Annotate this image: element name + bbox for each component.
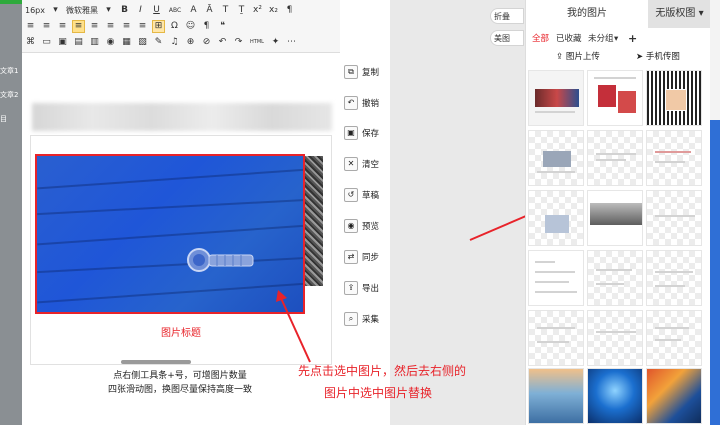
image-thumbnail[interactable] [587, 368, 643, 424]
filter-favorites[interactable]: 已收藏 [556, 32, 582, 46]
qr-code-thumbnail[interactable] [646, 70, 702, 126]
image-thumbnail[interactable] [528, 70, 584, 126]
annotation-text: 先点击选中图片，然后去右侧的 图片中选中图片替换 [298, 360, 518, 404]
annotation-line-2: 图片中选中图片替换 [324, 386, 433, 400]
image-panel: 我的图片 无版权图 ▾ 全部 已收藏 未分组 ▾ + ⇪ 图片上传 ➤ 手机传图 [525, 0, 711, 425]
chevron-down-icon: ▾ [698, 8, 704, 19]
annotation-line-1: 先点击选中图片，然后去右侧的 [298, 364, 467, 378]
chevron-down-icon: ▾ [614, 34, 619, 44]
tab-my-images[interactable]: 我的图片 [526, 0, 648, 28]
image-thumbnail[interactable] [587, 70, 643, 126]
image-thumbnail[interactable] [646, 368, 702, 424]
image-thumbnail[interactable] [587, 190, 643, 246]
image-thumbnail[interactable] [646, 190, 702, 246]
upload-label: 图片上传 [565, 52, 600, 62]
image-thumbnail[interactable] [646, 310, 702, 366]
tab-free-images[interactable]: 无版权图 ▾ [648, 0, 711, 28]
upload-icon: ⇪ [556, 52, 566, 62]
panel-tabs: 我的图片 无版权图 ▾ [526, 0, 711, 28]
image-thumbnail[interactable] [528, 310, 584, 366]
image-thumbnail[interactable] [646, 130, 702, 186]
phone-upload-label: 手机传图 [645, 52, 680, 62]
tab-free-label: 无版权图 [655, 8, 696, 19]
image-thumbnail[interactable] [528, 368, 584, 424]
image-thumbnail[interactable] [587, 310, 643, 366]
far-right-toolbar [710, 0, 720, 425]
far-right-top [710, 0, 720, 120]
image-thumbnail[interactable] [528, 130, 584, 186]
image-thumbnail[interactable] [528, 250, 584, 306]
filter-all[interactable]: 全部 [532, 32, 549, 46]
add-group-button[interactable]: + [628, 32, 637, 46]
image-thumbnail[interactable] [646, 250, 702, 306]
phone-upload-button[interactable]: ➤ 手机传图 [636, 50, 680, 64]
upload-button[interactable]: ⇪ 图片上传 [556, 50, 600, 64]
image-thumbnail[interactable] [528, 190, 584, 246]
arrow-to-image [279, 295, 311, 363]
image-thumbnail[interactable] [587, 250, 643, 306]
send-icon: ➤ [636, 52, 646, 62]
image-thumbnail[interactable] [587, 130, 643, 186]
filter-ungrouped[interactable]: 未分组 [588, 32, 614, 46]
